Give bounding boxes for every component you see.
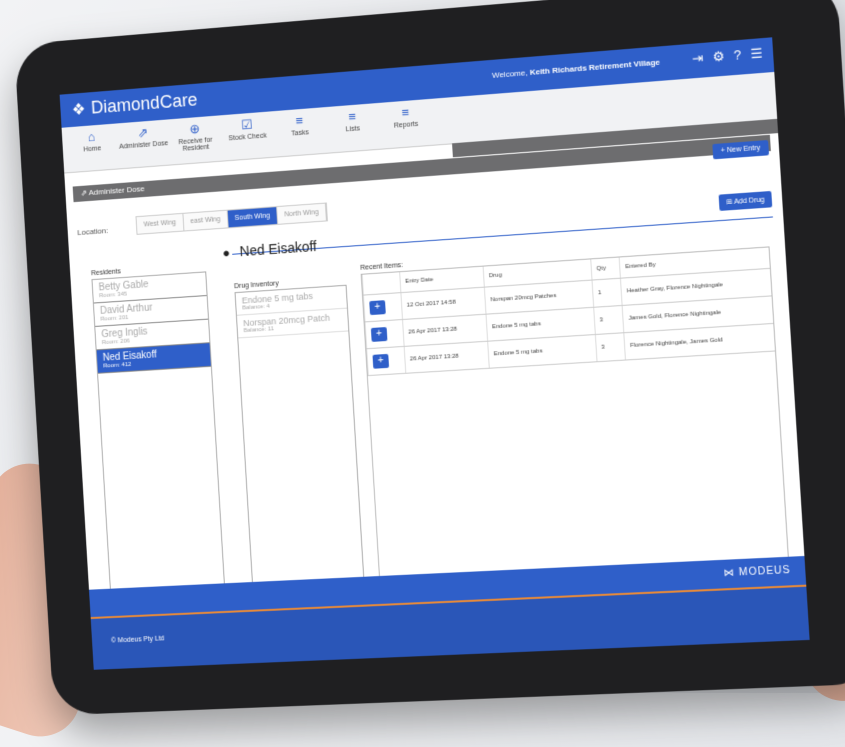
wing-tab-north[interactable]: North Wing — [277, 203, 327, 224]
toolbar-label: Home — [83, 145, 102, 154]
welcome-name: Keith Richards Retirement Village — [529, 57, 661, 77]
inventory-list[interactable]: Endone 5 mg tabs Balance: 4 Norspan 20mc… — [234, 284, 366, 600]
add-drug-label: Add Drug — [733, 196, 765, 206]
menu-icon: ≡ — [295, 112, 304, 129]
logout-icon[interactable]: ⇥ — [692, 50, 704, 67]
modeus-label: MODEUS — [738, 564, 792, 579]
recent-items-panel: Recent Items: Entry Date Drug Qty Entere… — [360, 237, 790, 585]
toolbar-home[interactable]: ⌂ Home — [65, 123, 119, 172]
toolbar-stock-check[interactable]: ☑ Stock Check — [220, 111, 275, 160]
brand-name: DiamondCare — [90, 89, 198, 118]
patient-header: ● Ned Eisakoff — [222, 238, 317, 260]
location-label: Location: — [77, 226, 109, 238]
tablet-device: ❖ DiamondCare Welcome, Keith Richards Re… — [14, 0, 845, 716]
diamond-icon: ❖ — [71, 100, 86, 119]
toolbar-label: Tasks — [291, 129, 309, 138]
add-row-button[interactable]: + — [369, 300, 386, 316]
top-icons: ⇥ ⚙ ? ☰ — [692, 45, 764, 67]
new-entry-button[interactable]: + New Entry — [711, 139, 770, 160]
add-row-button[interactable]: + — [372, 353, 390, 369]
modeus-logo: ⋈ MODEUS — [723, 565, 791, 579]
recent-items-table-container: Entry Date Drug Qty Entered By + 12 Oct … — [360, 246, 790, 585]
welcome-text: Welcome, Keith Richards Retirement Villa… — [492, 58, 660, 80]
modeus-mark-icon: ⋈ — [723, 567, 740, 580]
menu-icon: ≡ — [347, 108, 357, 125]
toolbar-tasks[interactable]: ≡ Tasks — [272, 107, 327, 157]
toolbar-receive[interactable]: ⊕ Receive for Resident — [168, 115, 223, 164]
toolbar-label: Reports — [393, 120, 419, 130]
menu-icon: ≡ — [401, 104, 410, 121]
toolbar-label: Administer Dose — [119, 140, 169, 151]
welcome-prefix: Welcome, — [491, 68, 528, 80]
header-action — [362, 272, 401, 296]
section-title: Administer Dose — [88, 184, 145, 198]
share-icon: ⇗ — [137, 124, 149, 141]
residents-list[interactable]: Betty Gable Room: 345 David Arthur Room:… — [91, 271, 227, 614]
drug-inventory-panel: Drug Inventory Endone 5 mg tabs Balance:… — [234, 276, 366, 600]
add-row-button[interactable]: + — [370, 327, 388, 342]
toolbar-lists[interactable]: ≡ Lists — [325, 103, 381, 153]
patient-name: Ned Eisakoff — [239, 238, 318, 260]
wing-tab-east[interactable]: east Wing — [183, 210, 229, 231]
cell-qty: 1 — [591, 278, 623, 308]
cell-drug: Endone 5 mg tabs — [487, 334, 597, 369]
header-qty: Qty — [590, 257, 621, 281]
person-icon: ● — [222, 244, 231, 260]
cell-qty: 3 — [594, 332, 626, 362]
cell-date: 26 Apr 2017 13:28 — [403, 341, 490, 374]
wing-tab-south[interactable]: South Wing — [227, 207, 279, 228]
cell-qty: 3 — [593, 305, 624, 335]
toolbar-label: Stock Check — [228, 132, 267, 143]
checklist-icon[interactable]: ☰ — [750, 45, 763, 62]
tablet-screen: ❖ DiamondCare Welcome, Keith Richards Re… — [59, 37, 810, 670]
brand-logo[interactable]: ❖ DiamondCare — [71, 90, 198, 120]
toolbar-label: Lists — [345, 125, 361, 134]
home-icon: ⌂ — [87, 129, 96, 145]
plus-circle-icon: ⊕ — [189, 120, 201, 137]
gear-icon[interactable]: ⚙ — [712, 48, 725, 65]
toolbar-label: Receive for Resident — [178, 136, 213, 153]
toolbar-reports[interactable]: ≡ Reports — [378, 99, 434, 149]
wing-selector: West Wing east Wing South Wing North Win… — [135, 202, 328, 235]
wing-tab-west[interactable]: West Wing — [136, 213, 185, 234]
residents-panel: Residents Betty Gable Room: 345 David Ar… — [91, 263, 227, 614]
toolbar-administer-dose[interactable]: ⇗ Administer Dose — [117, 119, 171, 168]
help-icon[interactable]: ? — [733, 47, 741, 64]
copyright-text: © Modeus Pty Ltd — [110, 635, 165, 645]
check-icon: ☑ — [240, 116, 253, 133]
add-drug-button[interactable]: ⊞ Add Drug — [718, 190, 773, 211]
